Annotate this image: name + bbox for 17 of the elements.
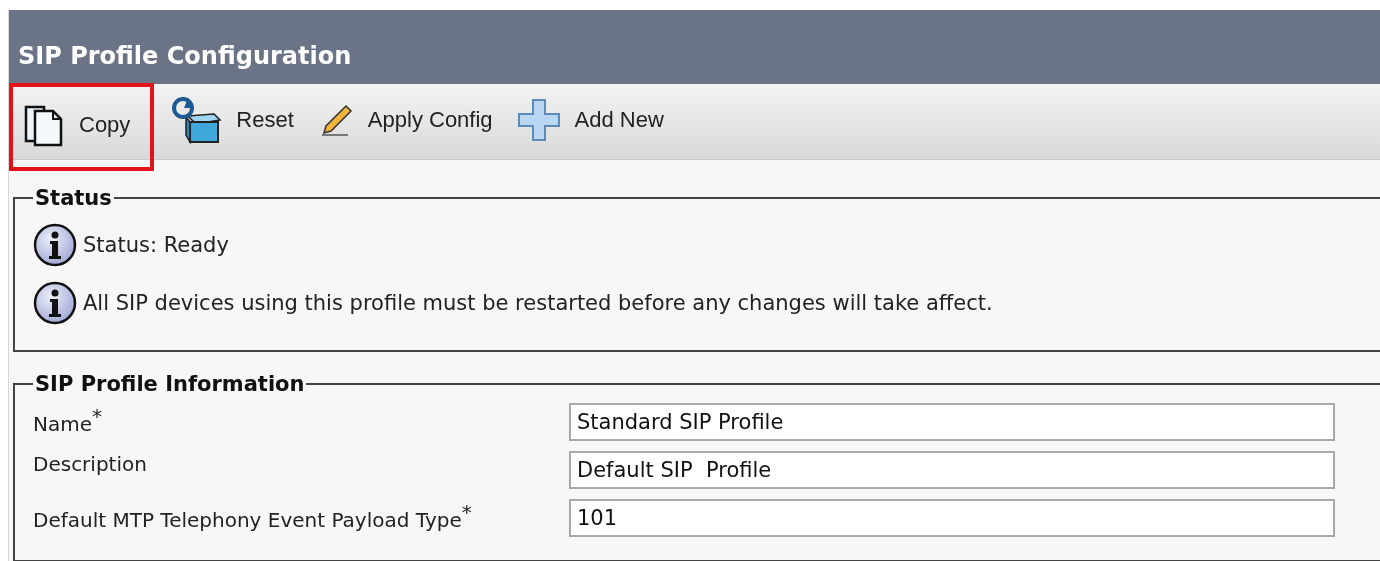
reset-icon [170,95,223,144]
page-title: SIP Profile Configuration [18,42,352,70]
toolbar-button[interactable]: Copy [9,82,155,171]
info-icon [33,281,77,325]
status-message: Status: Ready [83,233,229,257]
field-label: Description [33,451,148,476]
group-title: SIP Profile Information [34,372,306,396]
toolbar-button[interactable]: Add New [508,77,672,166]
toolbar-button[interactable]: Apply Config [309,77,501,166]
toolbar-button[interactable]: Reset [162,77,302,166]
text-field[interactable]: Default SIP Profile [569,451,1335,489]
text-field[interactable]: 101 [569,499,1335,537]
text-field[interactable]: Standard SIP Profile [569,403,1335,441]
group-title: Status [34,186,113,210]
status-message: All SIP devices using this profile must be restarted before any changes will take affect. [83,291,993,315]
plus-icon [516,97,561,142]
info-icon [33,223,77,267]
